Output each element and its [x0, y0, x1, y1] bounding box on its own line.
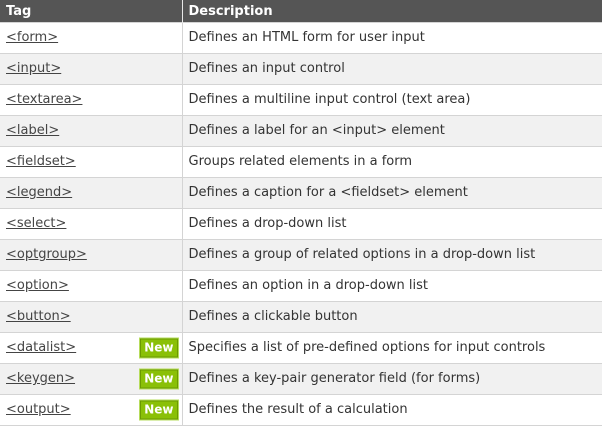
tag-link[interactable]: <input> [6, 61, 61, 76]
tag-reference-table: Tag Description <form> Defines an HTML fo… [0, 0, 602, 426]
tag-link[interactable]: <datalist> [6, 340, 76, 355]
column-header-description: Description [182, 0, 602, 23]
table-row: <form> Defines an HTML form for user inpu… [0, 22, 602, 54]
tag-cell: <fieldset> [0, 146, 183, 178]
description-cell: Defines a group of related options in a … [181, 239, 602, 271]
tag-cell: <keygen> New [0, 363, 183, 395]
description-cell: Defines an input control [181, 53, 602, 85]
table-row: <optgroup> Defines a group of related opt… [0, 239, 602, 271]
description-cell: Defines the result of a calculation [181, 394, 602, 426]
tag-link[interactable]: <option> [6, 278, 69, 293]
table-row: <datalist> New Specifies a list of pre-def… [0, 332, 602, 364]
table-row: <label> Defines a label for an <input> el… [0, 115, 602, 147]
new-badge: New [139, 368, 179, 390]
tag-cell: <legend> [0, 177, 183, 209]
tag-cell: <textarea> [0, 84, 183, 116]
tag-link[interactable]: <optgroup> [6, 247, 87, 262]
table-row: <textarea> Defines a multiline input cont… [0, 84, 602, 116]
tag-link[interactable]: <textarea> [6, 92, 82, 107]
tag-cell: <datalist> New [0, 332, 183, 364]
table-header-row: Tag Description [0, 0, 602, 23]
new-badge: New [139, 337, 179, 359]
tag-link[interactable]: <button> [6, 309, 71, 324]
description-cell: Defines a label for an <input> element [181, 115, 602, 147]
description-cell: Specifies a list of pre-defined options … [181, 332, 602, 364]
description-cell: Defines an option in a drop-down list [181, 270, 602, 302]
tag-cell: <option> [0, 270, 183, 302]
table-body: <form> Defines an HTML form for user inpu… [0, 22, 602, 426]
tag-link[interactable]: <label> [6, 123, 59, 138]
description-cell: Defines a key-pair generator field (for … [181, 363, 602, 395]
new-badge: New [139, 399, 179, 421]
table-row: <keygen> New Defines a key-pair generator … [0, 363, 602, 395]
description-cell: Defines a multiline input control (text … [181, 84, 602, 116]
tag-link[interactable]: <output> [6, 402, 71, 417]
tag-link[interactable]: <fieldset> [6, 154, 76, 169]
description-cell: Defines an HTML form for user input [181, 22, 602, 54]
tag-cell: <optgroup> [0, 239, 183, 271]
tag-cell: <select> [0, 208, 183, 240]
description-cell: Defines a clickable button [181, 301, 602, 333]
description-cell: Groups related elements in a form [181, 146, 602, 178]
table-row: <select> Defines a drop-down list [0, 208, 602, 240]
tag-link[interactable]: <keygen> [6, 371, 75, 386]
column-header-tag: Tag [0, 0, 183, 23]
tag-cell: <form> [0, 22, 183, 54]
description-cell: Defines a caption for a <fieldset> eleme… [181, 177, 602, 209]
table-row: <fieldset> Groups related elements in a f… [0, 146, 602, 178]
description-cell: Defines a drop-down list [181, 208, 602, 240]
table-row: <button> Defines a clickable button [0, 301, 602, 333]
tag-cell: <output> New [0, 394, 183, 426]
tag-cell: <label> [0, 115, 183, 147]
tag-cell: <button> [0, 301, 183, 333]
tag-link[interactable]: <select> [6, 216, 66, 231]
table-row: <legend> Defines a caption for a <fieldse… [0, 177, 602, 209]
table-row: <output> New Defines the result of a calcu… [0, 394, 602, 426]
tag-cell: <input> [0, 53, 183, 85]
tag-link[interactable]: <legend> [6, 185, 72, 200]
table-row: <option> Defines an option in a drop-down… [0, 270, 602, 302]
tag-link[interactable]: <form> [6, 30, 58, 45]
table-row: <input> Defines an input control [0, 53, 602, 85]
